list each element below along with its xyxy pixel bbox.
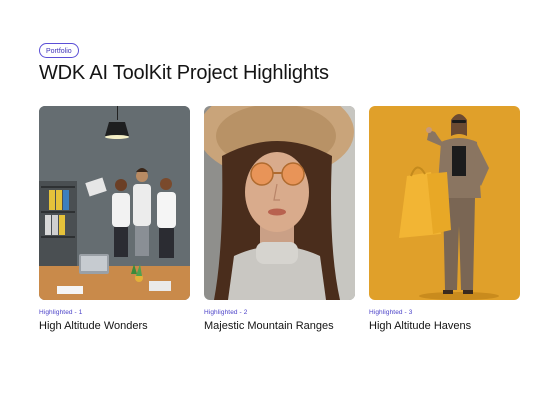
card-title[interactable]: Majestic Mountain Ranges (204, 320, 355, 332)
portfolio-badge: Portfolio (39, 43, 79, 58)
card-subtitle: Highlighted - 3 (369, 309, 413, 316)
project-card-1[interactable]: Highlighted - 1 High Altitude Wonders (39, 106, 190, 332)
card-subtitle: Highlighted - 2 (204, 309, 248, 316)
page-title: WDK AI ToolKit Project Highlights (39, 62, 329, 84)
card-subtitle: Highlighted - 1 (39, 309, 83, 316)
card-title[interactable]: High Altitude Havens (369, 320, 520, 332)
project-card-2[interactable]: Highlighted - 2 Majestic Mountain Ranges (204, 106, 355, 332)
project-cards: Highlighted - 1 High Altitude Wonders Hi… (39, 106, 520, 332)
office-team-image[interactable] (39, 106, 190, 300)
project-card-3[interactable]: Highlighted - 3 High Altitude Havens (369, 106, 520, 332)
shopping-bags-image[interactable] (369, 106, 520, 300)
sunhat-portrait-image[interactable] (204, 106, 355, 300)
card-title[interactable]: High Altitude Wonders (39, 320, 190, 332)
